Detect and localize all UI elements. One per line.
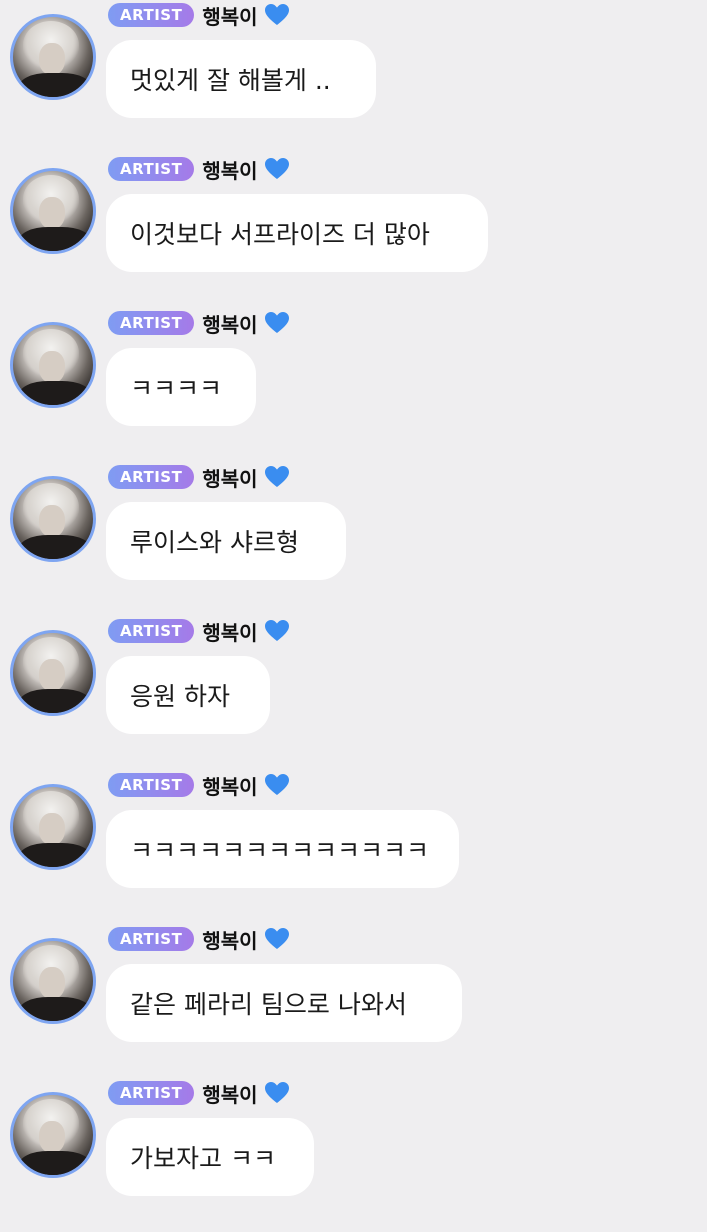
sender-name: 행복이 bbox=[202, 312, 258, 337]
message-item: ARTIST 행복이 같은 페라리 팀으로 나와서 bbox=[0, 924, 707, 1078]
blue-heart-icon bbox=[264, 466, 289, 487]
message-bubble[interactable]: 가보자고 ㅋㅋ bbox=[106, 1118, 314, 1196]
artist-badge: ARTIST bbox=[108, 465, 195, 489]
message-bubble[interactable]: 멋있게 잘 해볼게 .. bbox=[106, 40, 376, 118]
sender-row: ARTIST 행복이 bbox=[108, 1078, 290, 1108]
message-bubble[interactable]: 응원 하자 bbox=[106, 656, 270, 734]
blue-heart-icon bbox=[264, 928, 289, 949]
sender-name: 행복이 bbox=[202, 1082, 258, 1107]
message-bubble[interactable]: ㅋㅋㅋㅋ bbox=[106, 348, 256, 426]
avatar[interactable] bbox=[10, 168, 96, 254]
sender-row: ARTIST 행복이 bbox=[108, 616, 290, 646]
artist-badge: ARTIST bbox=[108, 3, 195, 27]
chat-list: ARTIST 행복이 멋있게 잘 해볼게 .. ARTIST 행복이 이것보다 … bbox=[0, 0, 707, 1200]
artist-badge: ARTIST bbox=[108, 1081, 195, 1105]
sender-name: 행복이 bbox=[202, 158, 258, 183]
sender-row: ARTIST 행복이 bbox=[108, 154, 290, 184]
avatar[interactable] bbox=[10, 322, 96, 408]
sender-name: 행복이 bbox=[202, 774, 258, 799]
sender-row: ARTIST 행복이 bbox=[108, 308, 290, 338]
message-bubble[interactable]: 같은 페라리 팀으로 나와서 bbox=[106, 964, 462, 1042]
message-item: ARTIST 행복이 ㅋㅋㅋㅋ bbox=[0, 308, 707, 462]
sender-name: 행복이 bbox=[202, 4, 258, 29]
avatar[interactable] bbox=[10, 938, 96, 1024]
avatar[interactable] bbox=[10, 14, 96, 100]
blue-heart-icon bbox=[264, 1082, 289, 1103]
sender-row: ARTIST 행복이 bbox=[108, 0, 290, 30]
message-bubble[interactable]: 루이스와 샤르형 bbox=[106, 502, 346, 580]
blue-heart-icon bbox=[264, 774, 289, 795]
message-item: ARTIST 행복이 가보자고 ㅋㅋ bbox=[0, 1078, 707, 1232]
blue-heart-icon bbox=[264, 620, 289, 641]
message-bubble[interactable]: ㅋㅋㅋㅋㅋㅋㅋㅋㅋㅋㅋㅋㅋ bbox=[106, 810, 459, 888]
artist-badge: ARTIST bbox=[108, 157, 195, 181]
message-item: ARTIST 행복이 ㅋㅋㅋㅋㅋㅋㅋㅋㅋㅋㅋㅋㅋ bbox=[0, 770, 707, 924]
artist-badge: ARTIST bbox=[108, 773, 195, 797]
blue-heart-icon bbox=[264, 158, 289, 179]
artist-badge: ARTIST bbox=[108, 927, 195, 951]
avatar[interactable] bbox=[10, 476, 96, 562]
avatar[interactable] bbox=[10, 630, 96, 716]
sender-row: ARTIST 행복이 bbox=[108, 462, 290, 492]
artist-badge: ARTIST bbox=[108, 311, 195, 335]
avatar[interactable] bbox=[10, 784, 96, 870]
message-item: ARTIST 행복이 루이스와 샤르형 bbox=[0, 462, 707, 616]
message-item: ARTIST 행복이 이것보다 서프라이즈 더 많아 bbox=[0, 154, 707, 308]
sender-row: ARTIST 행복이 bbox=[108, 924, 290, 954]
sender-name: 행복이 bbox=[202, 466, 258, 491]
blue-heart-icon bbox=[264, 4, 289, 25]
sender-name: 행복이 bbox=[202, 928, 258, 953]
avatar[interactable] bbox=[10, 1092, 96, 1178]
sender-row: ARTIST 행복이 bbox=[108, 770, 290, 800]
sender-name: 행복이 bbox=[202, 620, 258, 645]
message-bubble[interactable]: 이것보다 서프라이즈 더 많아 bbox=[106, 194, 488, 272]
message-item: ARTIST 행복이 멋있게 잘 해볼게 .. bbox=[0, 0, 707, 154]
message-item: ARTIST 행복이 응원 하자 bbox=[0, 616, 707, 770]
blue-heart-icon bbox=[264, 312, 289, 333]
artist-badge: ARTIST bbox=[108, 619, 195, 643]
